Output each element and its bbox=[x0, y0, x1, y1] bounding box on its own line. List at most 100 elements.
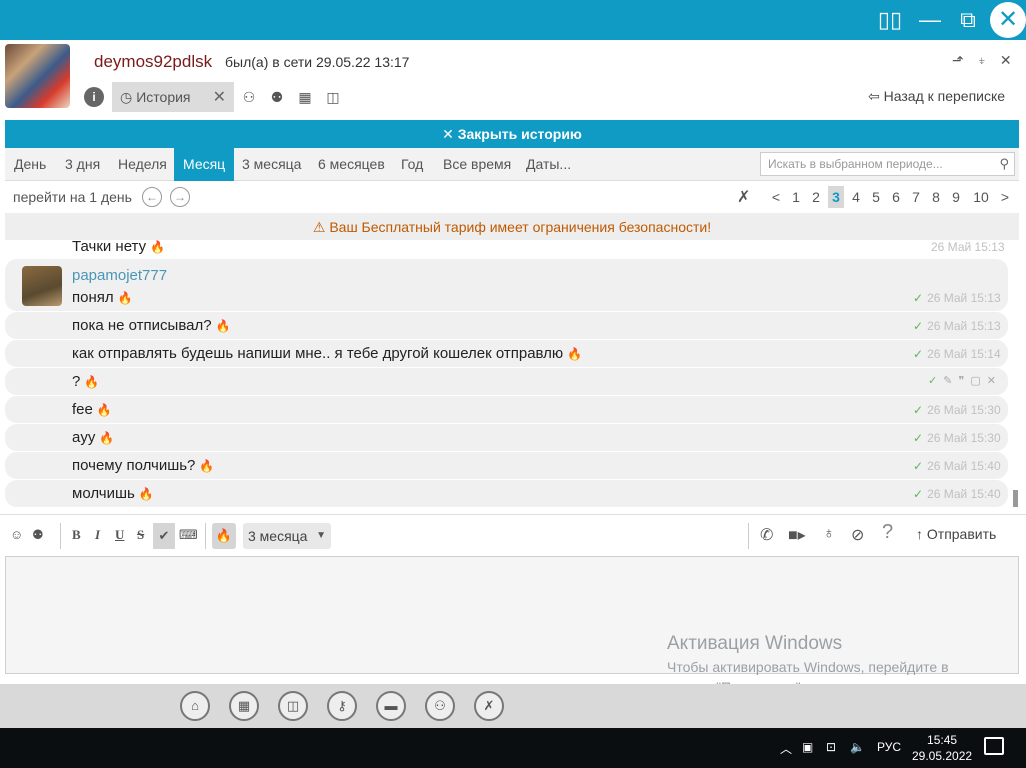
message-time: 26 Май 15:40 bbox=[927, 487, 1001, 501]
list-item[interactable]: почему полчишь? 🔥 ✓ 26 Май 15:40 bbox=[5, 452, 1008, 479]
close-icon[interactable]: ✕ bbox=[1000, 52, 1012, 68]
list-item[interactable]: пока не отписывал? 🔥 ✓ 26 Май 15:13 bbox=[5, 312, 1008, 339]
key-icon[interactable]: ⚷ bbox=[327, 691, 357, 721]
minimize-button[interactable]: — bbox=[914, 4, 946, 36]
history-search-input[interactable]: Искать в выбранном периоде... ⚲ bbox=[760, 152, 1015, 176]
close-window-button[interactable]: ✕ bbox=[990, 2, 1026, 38]
message-time: 26 Май 15:14 bbox=[927, 347, 1001, 361]
bold-button[interactable]: B bbox=[72, 527, 81, 543]
tab-all-time[interactable]: Все время bbox=[443, 148, 511, 181]
tab-month[interactable]: Месяц bbox=[174, 148, 235, 181]
back-arrow-icon: ⇦ bbox=[868, 88, 880, 104]
calendar-icon[interactable]: ▦ bbox=[292, 89, 318, 106]
avatar[interactable] bbox=[5, 44, 70, 108]
page-8[interactable]: 8 bbox=[928, 186, 944, 208]
language-indicator[interactable]: РУС bbox=[877, 740, 901, 754]
quote-icon[interactable]: ❞ bbox=[958, 375, 970, 387]
history-icon: ◷ bbox=[120, 88, 133, 105]
tab-3-days[interactable]: 3 дня bbox=[65, 148, 100, 181]
split-view-icon[interactable]: ▯▯ bbox=[874, 4, 906, 36]
app-tray-icon[interactable]: ▣ bbox=[802, 740, 813, 754]
close-history-tab-icon[interactable]: ✕ bbox=[213, 87, 226, 107]
delete-icon[interactable]: ✕ bbox=[987, 375, 1002, 387]
underline-button[interactable]: U bbox=[115, 527, 124, 543]
list-item[interactable]: ? 🔥 ✓✎❞▢✕ bbox=[5, 368, 1008, 395]
page-next[interactable]: > bbox=[997, 186, 1013, 208]
contact-name[interactable]: deymos92pdlsk bbox=[94, 52, 212, 72]
files-icon[interactable]: ◫ bbox=[278, 691, 308, 721]
flame-icon: 🔥 bbox=[96, 403, 112, 417]
tab-dates[interactable]: Даты... bbox=[526, 148, 571, 181]
tab-week[interactable]: Неделя bbox=[118, 148, 167, 181]
page-5[interactable]: 5 bbox=[868, 186, 884, 208]
chevron-up-icon[interactable]: ︿ bbox=[780, 740, 792, 757]
contacts-icon[interactable]: ⚇ bbox=[425, 691, 455, 721]
phone-icon[interactable]: ✆ bbox=[760, 525, 773, 545]
sticker-icon[interactable]: ⚉ bbox=[32, 527, 44, 543]
list-item[interactable]: молчишь 🔥 ✓ 26 Май 15:40 bbox=[5, 480, 1008, 507]
tab-3-months[interactable]: 3 месяца bbox=[242, 148, 301, 181]
message-text: Тачки нету bbox=[72, 240, 147, 255]
file-icon[interactable]: ◫ bbox=[320, 89, 346, 106]
delivered-check-icon: ✓ bbox=[913, 403, 924, 417]
delivered-check-icon: ✓ bbox=[913, 291, 924, 305]
pin-icon[interactable]: ✎ bbox=[943, 375, 958, 387]
help-icon[interactable]: ? bbox=[882, 521, 893, 544]
pin-icon[interactable]: ⬏ bbox=[952, 52, 964, 68]
delivered-check-icon: ✓ bbox=[913, 431, 924, 445]
page-10[interactable]: 10 bbox=[970, 186, 992, 208]
strike-button[interactable]: S bbox=[137, 527, 144, 543]
tab-day[interactable]: День bbox=[14, 148, 46, 181]
page-2[interactable]: 2 bbox=[808, 186, 824, 208]
page-9[interactable]: 9 bbox=[948, 186, 964, 208]
search-icon[interactable]: ⚲ bbox=[999, 153, 1009, 175]
tools-icon[interactable]: ✗ bbox=[737, 187, 750, 207]
notifications-icon[interactable] bbox=[984, 737, 1004, 755]
message-text: ? bbox=[72, 373, 81, 390]
page-4[interactable]: 4 bbox=[848, 186, 864, 208]
burn-period-select[interactable]: 3 месяца ▼ bbox=[243, 523, 331, 549]
list-item[interactable]: понял 🔥 ✓ 26 Май 15:13 bbox=[5, 284, 1008, 311]
sender-name[interactable]: papamojet777 bbox=[72, 267, 167, 284]
back-to-chat-link[interactable]: ⇦ Назад к переписке bbox=[868, 88, 1005, 105]
page-prev[interactable]: < bbox=[768, 186, 784, 208]
folder-icon[interactable]: ▬ bbox=[376, 691, 406, 721]
message-text: пока не отписывал? bbox=[72, 317, 212, 334]
page-7[interactable]: 7 bbox=[908, 186, 924, 208]
contacts-icon[interactable]: ⚉ bbox=[264, 89, 290, 106]
home-icon[interactable]: ⌂ bbox=[180, 691, 210, 721]
spellcheck-icon[interactable]: ✔ bbox=[153, 523, 175, 549]
minimize-to-tray-icon[interactable]: ⍖ bbox=[978, 52, 986, 68]
close-history-button[interactable]: ✕ Закрыть историю bbox=[5, 120, 1019, 148]
send-button[interactable]: ↑ Отправить bbox=[916, 526, 996, 542]
clock[interactable]: 15:45 29.05.2022 bbox=[912, 732, 972, 764]
scrollbar-thumb[interactable] bbox=[1013, 490, 1018, 507]
group-chat-icon[interactable]: ⚇ bbox=[236, 89, 262, 106]
burn-toggle-icon[interactable]: 🔥 bbox=[212, 523, 236, 549]
calendar-icon[interactable]: ▦ bbox=[229, 691, 259, 721]
page-6[interactable]: 6 bbox=[888, 186, 904, 208]
keyboard-icon[interactable]: ⌨ bbox=[179, 527, 198, 543]
microphone-icon[interactable]: ♁ bbox=[823, 525, 835, 543]
copy-icon[interactable]: ▢ bbox=[970, 375, 986, 387]
tools-icon[interactable]: ✗ bbox=[474, 691, 504, 721]
network-icon[interactable]: ⊡ bbox=[826, 740, 836, 754]
italic-button[interactable]: I bbox=[95, 527, 100, 543]
page-3[interactable]: 3 bbox=[828, 186, 844, 208]
list-item[interactable]: как отправлять будешь напиши мне.. я теб… bbox=[5, 340, 1008, 367]
tab-year[interactable]: Год bbox=[401, 148, 423, 181]
volume-icon[interactable]: 🔈 bbox=[850, 740, 865, 754]
tab-history[interactable]: ◷ История ✕ bbox=[112, 82, 234, 112]
prev-day-button[interactable]: ← bbox=[142, 187, 162, 207]
page-1[interactable]: 1 bbox=[788, 186, 804, 208]
tab-6-months[interactable]: 6 месяцев bbox=[318, 148, 385, 181]
video-call-icon[interactable]: ■▸ bbox=[788, 525, 806, 545]
attach-icon[interactable]: ⊘ bbox=[851, 525, 864, 545]
list-item[interactable]: ayy 🔥 ✓ 26 Май 15:30 bbox=[5, 424, 1008, 451]
restore-button[interactable]: ⧉ bbox=[952, 4, 984, 36]
info-icon[interactable]: i bbox=[84, 87, 104, 107]
delivered-check-icon: ✓ bbox=[913, 347, 924, 361]
list-item[interactable]: fee 🔥 ✓ 26 Май 15:30 bbox=[5, 396, 1008, 423]
next-day-button[interactable]: → bbox=[170, 187, 190, 207]
emoji-icon[interactable]: ☺ bbox=[10, 527, 23, 542]
